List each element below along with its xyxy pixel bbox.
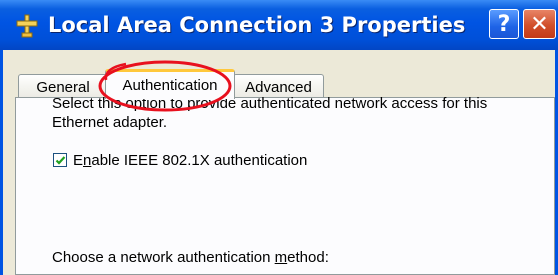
title-bar[interactable]: Local Area Connection 3 Properties ? ✕ (0, 0, 558, 50)
checkmark-icon (55, 156, 66, 165)
authentication-description: Select this option to provide authentica… (52, 95, 488, 131)
auth-method-label: Choose a network authentication method: (52, 249, 329, 266)
tab-authentication[interactable]: Authentication (105, 69, 235, 99)
network-connection-icon (16, 14, 38, 38)
properties-dialog: Local Area Connection 3 Properties ? ✕ G… (0, 0, 558, 275)
help-button[interactable]: ? (489, 9, 519, 39)
window-title: Local Area Connection 3 Properties (48, 13, 466, 37)
enable-8021x-label: Enable IEEE 802.1X authentication (73, 151, 308, 169)
enable-8021x-checkbox[interactable] (53, 153, 67, 167)
enable-8021x-row[interactable]: Enable IEEE 802.1X authentication (53, 150, 307, 170)
tab-strip: General Authentication Advanced (15, 69, 555, 99)
close-button[interactable]: ✕ (523, 9, 556, 39)
